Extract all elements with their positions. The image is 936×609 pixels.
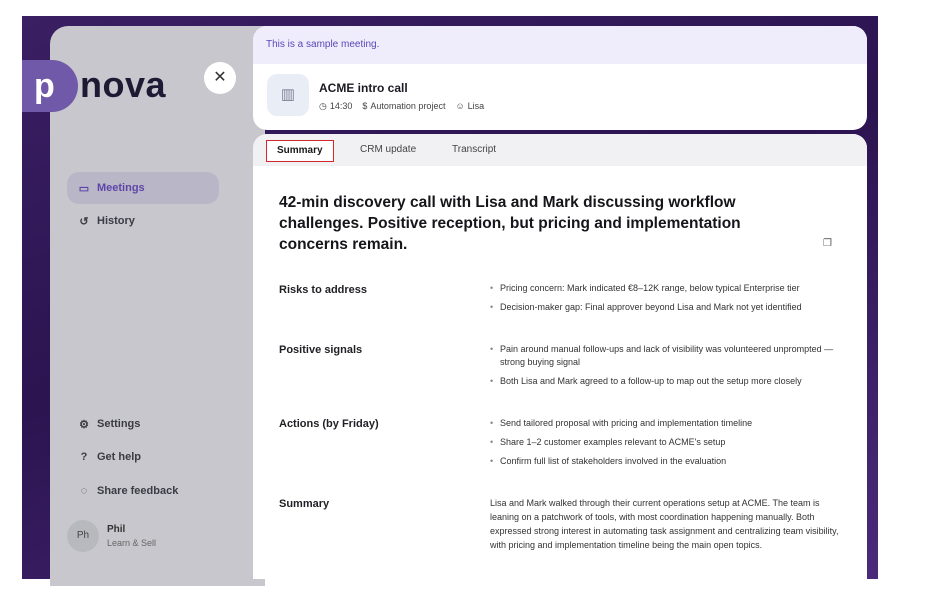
tab-summary[interactable]: Summary [266, 140, 334, 162]
person-icon: ☺ [455, 101, 465, 111]
user-role: Learn & Sell [107, 538, 157, 548]
meeting-project: $ Automation project [362, 101, 446, 111]
list-item: Confirm full list of stakeholders involv… [490, 455, 835, 468]
dollar-icon: $ [362, 101, 368, 111]
list-item: Both Lisa and Mark agreed to a follow-up… [490, 375, 835, 388]
tab-crm-update[interactable]: CRM update [350, 140, 426, 162]
logo-mark: p [22, 60, 78, 112]
nav-item-share-feedback[interactable]: ◌ Share feedback [67, 475, 219, 507]
close-button[interactable]: ✕ [204, 62, 236, 94]
logo-text: nova [80, 64, 167, 105]
section-label-actions: Actions (by Friday) [279, 418, 379, 430]
risks-list: Pricing concern: Mark indicated €8–12K r… [490, 282, 835, 320]
list-item: Pain around manual follow-ups and lack o… [490, 343, 835, 369]
nav-item-label: Meetings [97, 182, 145, 194]
list-item: Decision-maker gap: Final approver beyon… [490, 301, 835, 314]
history-icon: ↺ [79, 215, 89, 228]
summary-paragraph: Lisa and Mark walked through their curre… [490, 498, 839, 550]
user-name: Phil [107, 524, 126, 535]
list-item: Send tailored proposal with pricing and … [490, 417, 835, 430]
list-item: Pricing concern: Mark indicated €8–12K r… [490, 282, 835, 295]
meeting-content: Summary CRM update Transcript 42-min dis… [253, 134, 867, 579]
nav-item-label: History [97, 215, 135, 227]
nav-item-label: Share feedback [97, 485, 179, 497]
tab-transcript[interactable]: Transcript [442, 140, 506, 162]
help-icon: ? [80, 451, 88, 463]
nav-item-label: Get help [97, 451, 142, 463]
section-label-positive-signals: Positive signals [279, 344, 363, 356]
section-label-summary: Summary [279, 498, 330, 510]
feedback-icon: ◌ [80, 485, 88, 497]
section-label-risks: Risks to address [279, 284, 368, 296]
list-item: Share 1–2 customer examples relevant to … [490, 436, 835, 449]
actions-list: Send tailored proposal with pricing and … [490, 417, 835, 474]
nav-item-meetings[interactable]: ▭ Meetings [67, 172, 219, 204]
nav-item-label: Settings [97, 418, 141, 430]
building-icon: ▥ [267, 74, 309, 116]
user-profile[interactable]: Ph Phil Learn & Sell [67, 520, 156, 552]
avatar: Ph [67, 520, 99, 552]
meeting-header-card: This is a sample meeting. ▥ ACME intro c… [253, 26, 867, 130]
nav-item-get-help[interactable]: ? Get help [67, 441, 219, 473]
copy-icon[interactable]: ❐ [823, 238, 832, 249]
clock-icon: ◷ [319, 101, 327, 111]
meeting-time: ◷ 14:30 [319, 101, 353, 111]
positive-signals-list: Pain around manual follow-ups and lack o… [490, 343, 835, 394]
sample-meeting-banner: This is a sample meeting. [253, 26, 867, 64]
gear-icon: ⚙ [79, 418, 89, 431]
nav-item-settings[interactable]: ⚙ Settings [67, 408, 219, 440]
meeting-title: ACME intro call [319, 81, 408, 95]
meeting-person: ☺ Lisa [455, 101, 485, 111]
nav-item-history[interactable]: ↺ History [67, 205, 219, 237]
summary-headline: 42-min discovery call with Lisa and Mark… [279, 194, 741, 253]
video-icon: ▭ [78, 182, 90, 195]
meeting-meta: ◷ 14:30 $ Automation project ☺ Lisa [319, 101, 484, 112]
tab-bar: Summary CRM update Transcript [253, 134, 867, 166]
